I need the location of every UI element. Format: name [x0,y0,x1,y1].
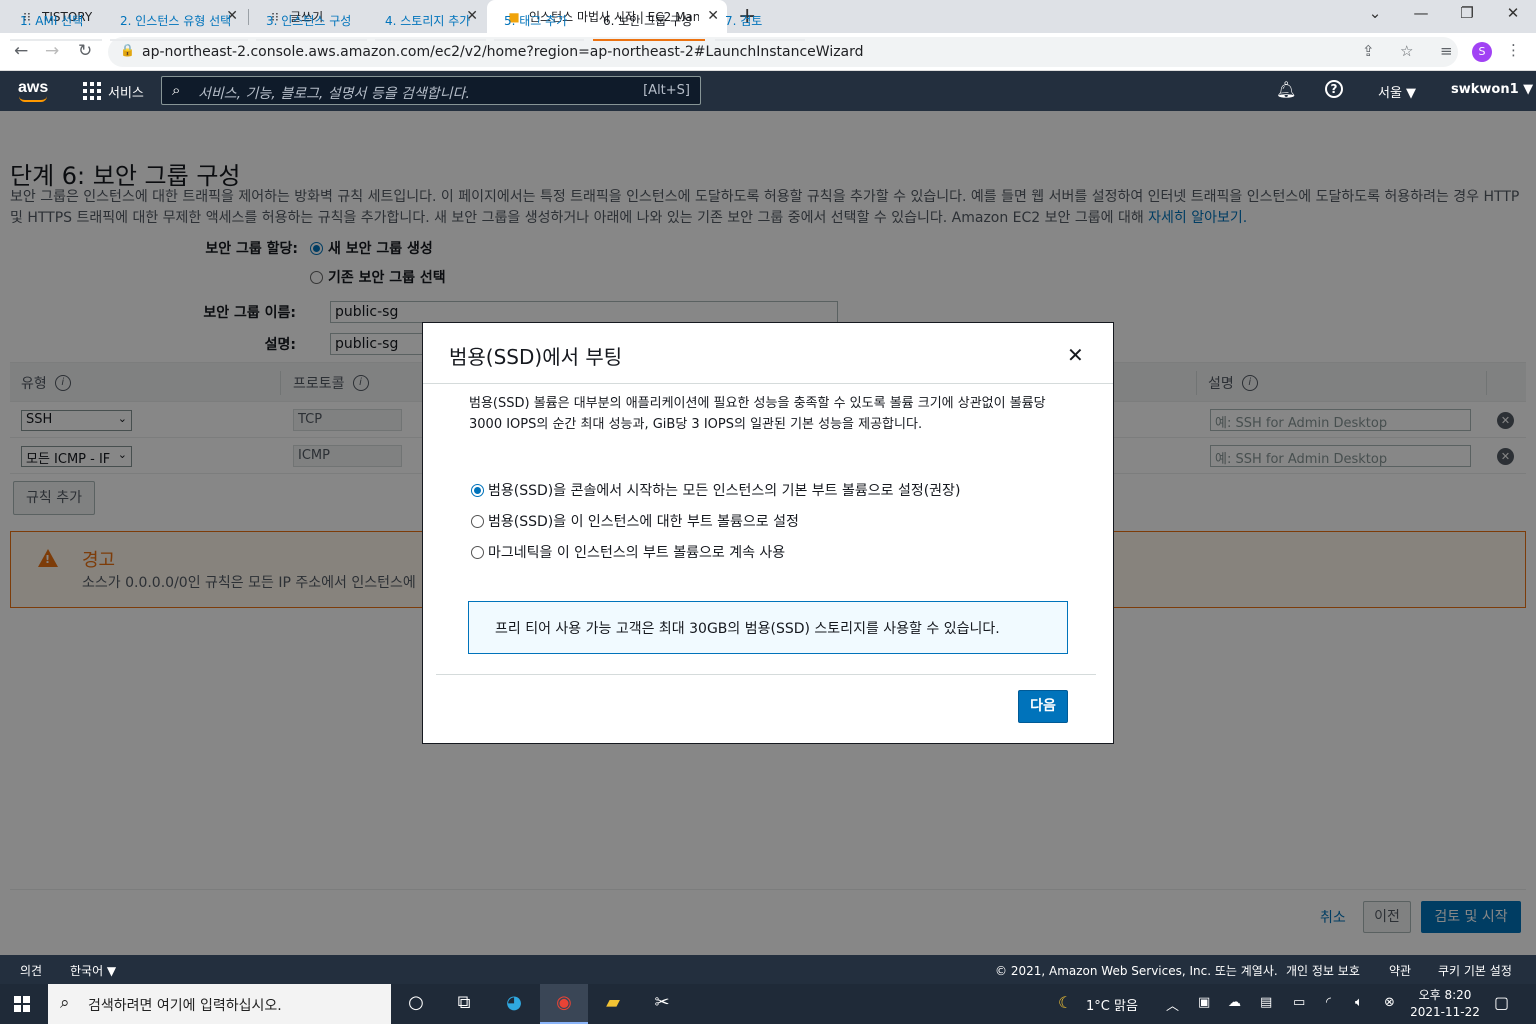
privacy-link[interactable]: 개인 정보 보호 [1286,962,1360,979]
step-tags[interactable]: 5. 태그 추가 [494,12,584,41]
radio-button[interactable] [471,483,484,497]
modal-description: 범용(SSD) 볼륨은 대부분의 애플리케이션에 필요한 성능을 충족할 수 있… [469,396,1046,432]
share-icon[interactable]: ⇪ [1362,42,1375,60]
meet-now-icon[interactable]: ▣ [1198,995,1210,1010]
file-explorer-icon[interactable]: ▰ [598,992,628,1013]
bookmark-star-icon[interactable]: ☆ [1400,42,1413,60]
mute-notification-icon[interactable]: ⊗ [1384,995,1395,1010]
reading-list-icon[interactable]: ≡ [1440,42,1453,60]
task-view-icon[interactable]: ⧉ [449,992,479,1013]
step-storage[interactable]: 4. 스토리지 추가 [375,12,486,41]
step-security-group[interactable]: 6. 보안 그룹 구성 [593,12,705,41]
radio-button[interactable] [471,514,484,528]
feedback-link[interactable]: 의견 [20,962,42,979]
aws-logo[interactable]: aws [18,79,48,102]
weather-text[interactable]: 1°C 맑음 [1086,995,1138,1014]
back-icon[interactable]: ← [14,41,28,61]
volume-icon[interactable]: 🔈︎ [1355,995,1363,1010]
step-configure[interactable]: 3. 인스턴스 구성 [256,12,367,41]
option-default-gp-ssd[interactable]: 범용(SSD)을 콘솔에서 시작하는 모든 인스턴스의 기본 부트 볼륨으로 설… [471,480,960,500]
boot-volume-modal: 범용(SSD)에서 부팅 ✕ 범용(SSD) 볼륨은 대부분의 애플리케이션에 … [422,322,1114,744]
console-footer: 의견 한국어 ▼ © 2021, Amazon Web Services, In… [0,955,1536,984]
aws-console-header: aws 서비스 ⌕ 서비스, 기능, 블로그, 설명서 등을 검색합니다. [A… [0,71,1536,111]
search-icon: ⌕ [172,81,181,99]
modal-title: 범용(SSD)에서 부팅 [449,345,623,369]
services-grid-icon[interactable] [83,82,101,100]
close-icon[interactable]: ✕ [1067,343,1084,367]
search-input[interactable]: ⌕ 서비스, 기능, 블로그, 설명서 등을 검색합니다. [Alt+S] [161,76,701,105]
notifications-bell-icon[interactable]: 🔔︎ [1276,80,1296,99]
modal-header: 범용(SSD)에서 부팅 ✕ [423,323,1113,384]
browser-menu-icon[interactable]: ⋮ [1506,41,1521,59]
restore-icon[interactable]: ❐ [1444,4,1490,22]
services-menu[interactable]: 서비스 [108,82,144,101]
windows-taskbar: ⌕ 검색하려면 여기에 입력하십시오. ○ ⧉ ◕ ◉ ▰ ✂ ☾ 1°C 맑음… [0,984,1536,1024]
step-ami[interactable]: 1. AMI 선택 [10,12,102,41]
chrome-icon[interactable]: ◉ [540,984,588,1024]
radio-button[interactable] [471,545,484,559]
defender-icon[interactable]: ▤ [1260,995,1272,1010]
edge-icon[interactable]: ◕ [499,992,529,1013]
reload-icon[interactable]: ↻ [78,41,92,61]
region-selector[interactable]: 서울 ▼ [1378,82,1416,101]
taskbar-search-input[interactable]: ⌕ 검색하려면 여기에 입력하십시오. [48,984,391,1024]
step-review[interactable]: 7. 검토 [715,12,805,41]
aws-smile-icon [19,96,47,102]
weather-moon-icon[interactable]: ☾ [1058,993,1072,1012]
forward-icon[interactable]: → [45,41,59,61]
wifi-icon[interactable]: ◜ [1326,995,1331,1010]
terms-link[interactable]: 약관 [1389,962,1411,979]
system-clock[interactable]: 오후 8:20 2021-11-22 [1405,987,1485,1021]
snipping-tool-icon[interactable]: ✂ [647,992,677,1013]
option-gp-ssd-this-instance[interactable]: 범용(SSD)을 이 인스턴스에 대한 부트 볼륨으로 설정 [471,511,799,531]
language-selector[interactable]: 한국어 ▼ [70,962,116,979]
onedrive-icon[interactable]: ☁ [1228,995,1241,1010]
action-center-icon[interactable]: ▢ [1494,993,1509,1012]
divider [436,674,1096,675]
minimize-icon[interactable]: — [1398,4,1444,22]
search-icon: ⌕ [60,993,70,1013]
lock-icon: 🔒 [120,43,135,57]
tab-search-icon[interactable]: ⌄ [1352,4,1398,22]
copyright-text: © 2021, Amazon Web Services, Inc. 또는 계열사… [995,964,1278,978]
account-menu[interactable]: swkwon1 ▼ [1451,82,1533,97]
show-hidden-icons-icon[interactable]: ︿ [1166,995,1179,1014]
close-window-icon[interactable]: ✕ [1490,4,1536,22]
url-input[interactable]: 🔒 ap-northeast-2.console.aws.amazon.com/… [108,37,1458,67]
cookie-preferences-link[interactable]: 쿠키 기본 설정 [1438,962,1512,979]
option-keep-magnetic[interactable]: 마그네틱을 이 인스턴스의 부트 볼륨으로 계속 사용 [471,542,785,562]
windows-start-icon[interactable] [14,996,30,1012]
battery-icon[interactable]: ▭ [1293,995,1305,1010]
step-instance-type[interactable]: 2. 인스턴스 유형 선택 [110,12,248,41]
profile-avatar[interactable]: S [1472,42,1492,62]
help-icon[interactable]: ? [1325,80,1343,98]
cortana-icon[interactable]: ○ [401,992,431,1013]
next-button[interactable]: 다음 [1018,690,1068,723]
free-tier-info: 프리 티어 사용 가능 고객은 최대 30GB의 범용(SSD) 스토리지를 사… [468,601,1068,654]
